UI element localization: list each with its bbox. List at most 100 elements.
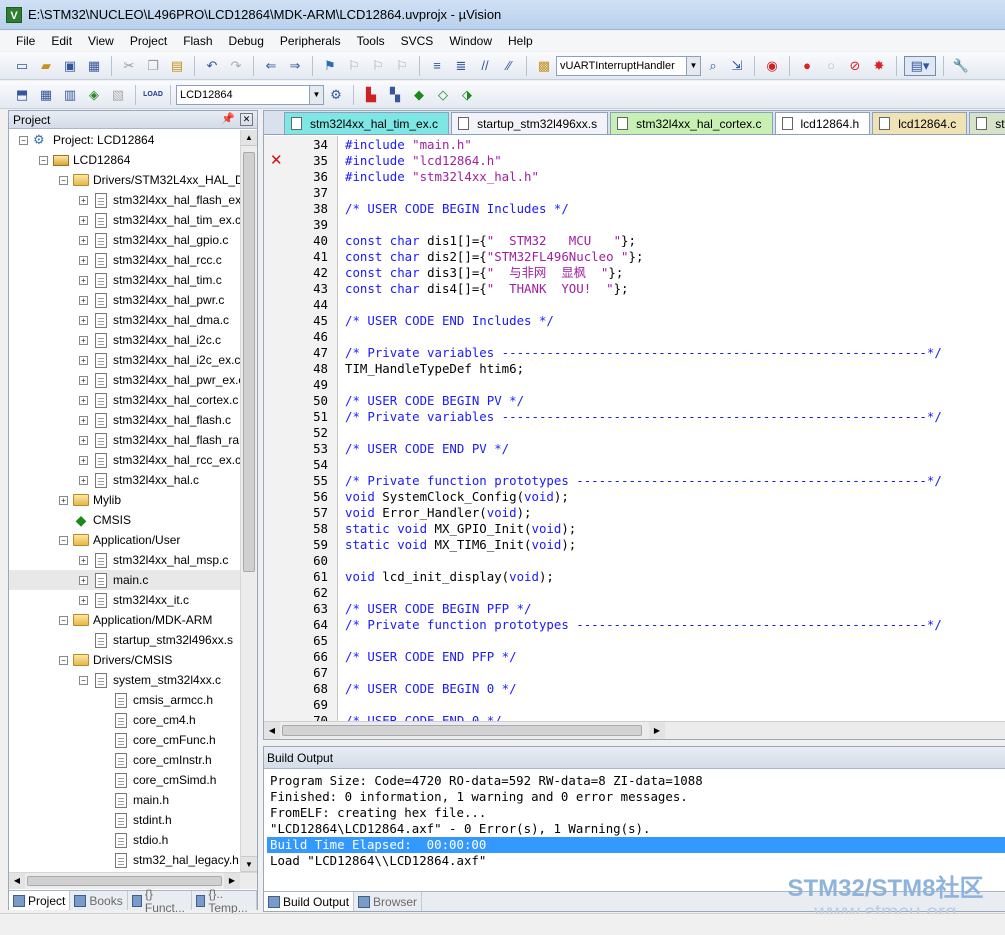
- code-line[interactable]: 59 static void MX_TIM6_Init(void);: [264, 536, 1005, 552]
- tree-item[interactable]: + stm32l4xx_hal_dma.c: [9, 310, 241, 330]
- panel-tab-0[interactable]: Project: [9, 891, 71, 910]
- menu-edit[interactable]: Edit: [43, 31, 80, 51]
- code-line[interactable]: 50 /* USER CODE BEGIN PV */: [264, 392, 1005, 408]
- manage-rte-icon[interactable]: ◆: [409, 85, 429, 105]
- build-output-line[interactable]: Load "LCD12864\\LCD12864.axf": [267, 853, 1005, 869]
- code-line[interactable]: 65: [264, 632, 1005, 648]
- error-marker-icon[interactable]: ✕: [270, 152, 284, 168]
- bookmark-icon[interactable]: ⚑: [320, 56, 340, 76]
- window-layout-icon[interactable]: ▤▾: [904, 55, 936, 76]
- load-download-icon[interactable]: LOAD: [143, 85, 163, 105]
- new-file-icon[interactable]: ▭: [12, 56, 32, 76]
- tree-item[interactable]: stm32_hal_legacy.h: [9, 850, 241, 870]
- close-icon[interactable]: ✕: [240, 113, 253, 126]
- expand-icon[interactable]: +: [59, 495, 68, 505]
- build-output-line[interactable]: "LCD12864\LCD12864.axf" - 0 Error(s), 1 …: [267, 821, 1005, 837]
- code-line[interactable]: 54: [264, 456, 1005, 472]
- enable-breakpoint-icon[interactable]: ○: [821, 56, 841, 76]
- tree-item[interactable]: core_cmSimd.h: [9, 770, 241, 790]
- manage-project-items-icon[interactable]: ▙: [361, 85, 381, 105]
- code-line[interactable]: 49: [264, 376, 1005, 392]
- code-line[interactable]: 40 const char dis1[]={" STM32 MCU "};: [264, 232, 1005, 248]
- select-packs-icon[interactable]: ▚: [385, 85, 405, 105]
- collapse-icon[interactable]: −: [59, 615, 68, 625]
- expand-icon[interactable]: +: [79, 435, 88, 445]
- tree-item[interactable]: + main.c: [9, 570, 241, 590]
- redo-icon[interactable]: ↷: [226, 56, 246, 76]
- menu-window[interactable]: Window: [441, 31, 500, 51]
- target-options-icon[interactable]: ⚙: [326, 85, 346, 105]
- expand-icon[interactable]: +: [79, 555, 88, 565]
- stop-build-icon[interactable]: ▧: [108, 85, 128, 105]
- chevron-down-icon[interactable]: ▼: [309, 85, 323, 104]
- code-line[interactable]: ✕ 35 #include "lcd12864.h": [264, 152, 1005, 168]
- build-output-text[interactable]: Program Size: Code=4720 RO-data=592 RW-d…: [267, 773, 1005, 869]
- menu-debug[interactable]: Debug: [221, 31, 272, 51]
- build-output-line[interactable]: Build Time Elapsed: 00:00:00: [267, 837, 1005, 853]
- tree-item[interactable]: cmsis_armcc.h: [9, 690, 241, 710]
- undo-icon[interactable]: ↶: [202, 56, 222, 76]
- prev-bookmark-icon[interactable]: ⚐: [344, 56, 364, 76]
- tree-item[interactable]: − system_stm32l4xx.c: [9, 670, 241, 690]
- editor-horizontal-scrollbar[interactable]: ◀ ▶: [264, 721, 1005, 739]
- expand-icon[interactable]: +: [79, 475, 88, 485]
- tree-item[interactable]: − Drivers/CMSIS: [9, 650, 241, 670]
- tree-item[interactable]: stdint.h: [9, 810, 241, 830]
- editor-tab[interactable]: stm32l4xx_hal_tim_ex.c: [284, 112, 450, 134]
- code-line[interactable]: 39: [264, 216, 1005, 232]
- save-icon[interactable]: ▣: [60, 56, 80, 76]
- tree-item[interactable]: + stm32l4xx_it.c: [9, 590, 241, 610]
- code-line[interactable]: 68 /* USER CODE BEGIN 0 */: [264, 680, 1005, 696]
- tree-item[interactable]: + stm32l4xx_hal_gpio.c: [9, 230, 241, 250]
- unindent-icon[interactable]: ≣: [451, 56, 471, 76]
- menu-tools[interactable]: Tools: [349, 31, 393, 51]
- tree-item[interactable]: − Drivers/STM32L4xx_HAL_Driver: [9, 170, 241, 190]
- menu-svcs[interactable]: SVCS: [393, 31, 442, 51]
- panel-tab-1[interactable]: Books: [70, 891, 128, 910]
- pin-icon[interactable]: 📌: [221, 112, 235, 125]
- stm32cubemx-icon[interactable]: ⬗: [457, 85, 477, 105]
- expand-icon[interactable]: +: [79, 195, 88, 205]
- scroll-thumb[interactable]: [243, 152, 255, 572]
- expand-icon[interactable]: +: [79, 335, 88, 345]
- code-line[interactable]: 51 /* Private variables -----------------…: [264, 408, 1005, 424]
- tree-item[interactable]: + stm32l4xx_hal_tim.c: [9, 270, 241, 290]
- navigate-forward-icon[interactable]: ⇒: [285, 56, 305, 76]
- code-line[interactable]: 45 /* USER CODE END Includes */: [264, 312, 1005, 328]
- tree-item[interactable]: core_cmInstr.h: [9, 750, 241, 770]
- code-line[interactable]: 61 void lcd_init_display(void);: [264, 568, 1005, 584]
- code-line[interactable]: 56 void SystemClock_Config(void);: [264, 488, 1005, 504]
- collapse-icon[interactable]: −: [59, 535, 68, 545]
- code-line[interactable]: 36 #include "stm32l4xx_hal.h": [264, 168, 1005, 184]
- tree-item[interactable]: + stm32l4xx_hal_i2c.c: [9, 330, 241, 350]
- collapse-icon[interactable]: −: [59, 655, 68, 665]
- tree-item[interactable]: startup_stm32l496xx.s: [9, 630, 241, 650]
- panel-tab-3[interactable]: {}.. Temp...: [192, 887, 257, 915]
- indent-icon[interactable]: ≡: [427, 56, 447, 76]
- open-folder-icon[interactable]: ▰: [36, 56, 56, 76]
- collapse-icon[interactable]: −: [59, 175, 68, 185]
- tree-item[interactable]: + stm32l4xx_hal_msp.c: [9, 550, 241, 570]
- scroll-thumb[interactable]: [27, 876, 222, 886]
- code-line[interactable]: 58 static void MX_GPIO_Init(void);: [264, 520, 1005, 536]
- save-all-icon[interactable]: ▦: [84, 56, 104, 76]
- project-vertical-scrollbar[interactable]: ▲ ▼: [240, 130, 257, 872]
- editor-tab[interactable]: startup_stm32l496xx.s: [451, 112, 609, 134]
- expand-icon[interactable]: +: [79, 575, 88, 585]
- code-line[interactable]: 43 const char dis4[]={" THANK YOU! "};: [264, 280, 1005, 296]
- code-line[interactable]: 48 TIM_HandleTypeDef htim6;: [264, 360, 1005, 376]
- tree-item[interactable]: + stm32l4xx_hal.c: [9, 470, 241, 490]
- expand-icon[interactable]: +: [79, 455, 88, 465]
- menu-view[interactable]: View: [80, 31, 122, 51]
- code-line[interactable]: 41 const char dis2[]={"STM32FL496Nucleo "…: [264, 248, 1005, 264]
- scroll-left-icon[interactable]: ◀: [9, 873, 25, 889]
- expand-icon[interactable]: +: [79, 415, 88, 425]
- menu-flash[interactable]: Flash: [175, 31, 220, 51]
- collapse-icon[interactable]: −: [39, 155, 48, 165]
- comment-icon[interactable]: //: [475, 56, 495, 76]
- code-line[interactable]: 57 void Error_Handler(void);: [264, 504, 1005, 520]
- build-tab-1[interactable]: Browser: [354, 892, 423, 911]
- tree-item[interactable]: core_cm4.h: [9, 710, 241, 730]
- code-line[interactable]: 42 const char dis3[]={" 与非网 显枫 "};: [264, 264, 1005, 281]
- build-icon[interactable]: ▦: [36, 85, 56, 105]
